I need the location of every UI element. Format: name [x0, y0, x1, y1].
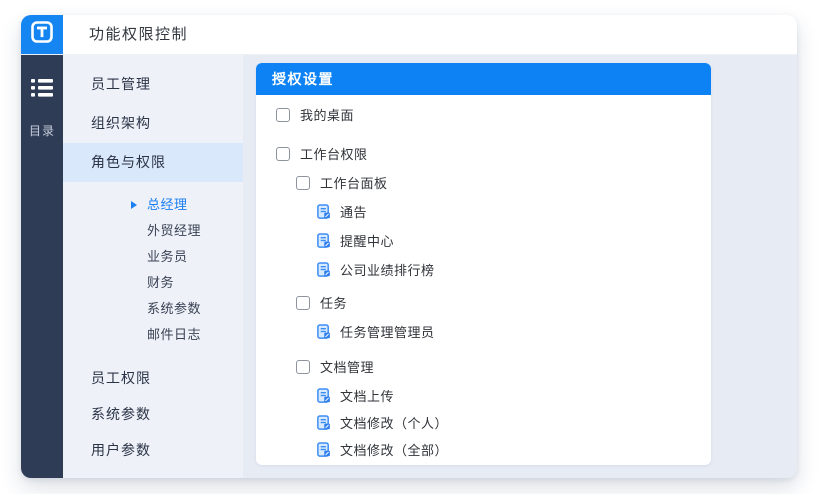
sidebar-item-org-structure[interactable]: 组织架构 [63, 104, 243, 143]
sidebar-item-system-parameters[interactable]: 系统参数 [63, 396, 243, 432]
document-edit-icon [316, 233, 331, 248]
submenu-item-finance[interactable]: 财务 [63, 270, 243, 296]
top-bar: 功能权限控制 [21, 15, 797, 55]
permission-tree: 我的桌面 工作台权限 工作台面板 [256, 95, 711, 463]
document-edit-icon [316, 204, 331, 219]
caret-right-icon [131, 201, 137, 209]
roles-submenu: 总经理 外贸经理 业务员 财务 系统参数 邮件日志 [63, 192, 243, 348]
nav-rail: 目录 [21, 55, 63, 478]
document-edit-icon [316, 442, 331, 457]
sidebar-item-user-parameters[interactable]: 用户参数 [63, 432, 243, 468]
checkbox-document-management[interactable] [296, 360, 310, 374]
tree-item-workbench-permissions[interactable]: 工作台权限 [272, 140, 695, 167]
sidebar-menu: 员工管理 组织架构 角色与权限 总经理 外贸经理 业务员 财务 系统参数 邮件日… [63, 55, 243, 478]
sidebar-item-employee-permissions[interactable]: 员工权限 [63, 360, 243, 396]
submenu-item-system-params[interactable]: 系统参数 [63, 296, 243, 322]
rail-label-directory[interactable]: 目录 [29, 122, 55, 139]
document-edit-icon [316, 262, 331, 277]
submenu-item-mail-log[interactable]: 邮件日志 [63, 322, 243, 348]
sidebar-item-roles-permissions[interactable]: 角色与权限 [63, 143, 243, 182]
submenu-item-trade-manager[interactable]: 外贸经理 [63, 218, 243, 244]
checkbox-workbench-panel[interactable] [296, 176, 310, 190]
app-logo-button[interactable] [21, 15, 63, 54]
app-logo-icon [31, 21, 53, 48]
document-edit-icon [316, 415, 331, 430]
tree-item-document-edit-all[interactable]: 文档修改（全部） [272, 436, 695, 463]
authorization-panel: 授权设置 我的桌面 工作台权限 工作台面板 [256, 63, 711, 465]
submenu-item-salesperson[interactable]: 业务员 [63, 244, 243, 270]
tree-item-document-edit-personal[interactable]: 文档修改（个人） [272, 409, 695, 436]
tree-item-announcement[interactable]: 通告 [272, 198, 695, 225]
tree-item-reminder-center[interactable]: 提醒中心 [272, 227, 695, 254]
list-menu-icon[interactable] [31, 79, 53, 102]
main-area: 授权设置 我的桌面 工作台权限 工作台面板 [243, 55, 797, 478]
tree-item-workbench-panel[interactable]: 工作台面板 [272, 169, 695, 196]
app-window: 功能权限控制 目录 员工管理 组织架构 角色与权限 [21, 15, 797, 478]
tree-item-task-admin[interactable]: 任务管理管理员 [272, 318, 695, 345]
sidebar-item-employee-management[interactable]: 员工管理 [63, 65, 243, 104]
tree-item-performance-ranking[interactable]: 公司业绩排行榜 [272, 256, 695, 283]
tree-item-my-desktop[interactable]: 我的桌面 [272, 101, 695, 128]
page-title: 功能权限控制 [63, 15, 188, 54]
checkbox-workbench-permissions[interactable] [276, 147, 290, 161]
checkbox-my-desktop[interactable] [276, 108, 290, 122]
checkbox-tasks[interactable] [296, 296, 310, 310]
tree-item-document-management[interactable]: 文档管理 [272, 353, 695, 380]
document-edit-icon [316, 324, 331, 339]
document-edit-icon [316, 388, 331, 403]
tree-item-document-upload[interactable]: 文档上传 [272, 382, 695, 409]
submenu-item-general-manager[interactable]: 总经理 [63, 192, 243, 218]
tree-item-tasks[interactable]: 任务 [272, 289, 695, 316]
panel-header: 授权设置 [256, 63, 711, 95]
